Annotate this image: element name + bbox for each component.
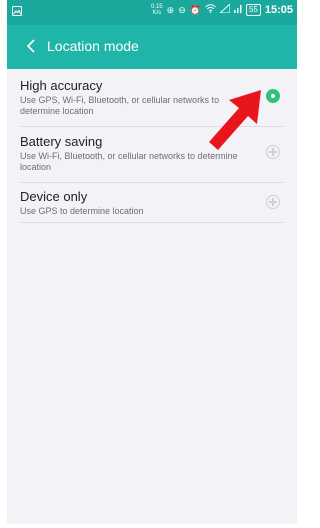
battery-level: 55 [248, 5, 258, 14]
app-bar: Location mode [7, 25, 297, 69]
option-title: High accuracy [20, 78, 103, 93]
signal-icon [233, 4, 242, 16]
network-speed: 0.15 K/s [151, 4, 163, 16]
network-speed-unit: K/s [152, 10, 162, 16]
do-not-disturb-icon: ⊖ [178, 5, 186, 15]
radio-unselected-icon[interactable] [266, 145, 280, 159]
wifi-icon [205, 4, 216, 16]
divider [20, 222, 284, 223]
image-icon [12, 6, 22, 19]
status-bar: 0.15 K/s ⊕ ⊖ ⏰ 55 15:05 [7, 0, 297, 25]
signal-icon [218, 2, 231, 16]
data-saver-icon: ⊕ [166, 5, 175, 15]
option-device-only[interactable]: Device only Use GPS to determine locatio… [7, 183, 297, 223]
annotation-arrow-icon [209, 90, 261, 150]
option-subtitle: Use GPS to determine location [20, 206, 144, 216]
back-chevron-icon[interactable] [21, 35, 41, 57]
clock: 15:05 [264, 4, 293, 16]
phone-screen: 0.15 K/s ⊕ ⊖ ⏰ 55 15:05 Location mode Hi… [7, 0, 297, 524]
option-title: Battery saving [20, 134, 103, 149]
battery-icon: 55 [245, 4, 261, 16]
radio-selected-icon[interactable] [266, 89, 280, 103]
alarm-icon: ⏰ [189, 5, 201, 15]
option-title: Device only [20, 189, 88, 204]
page-title: Location mode [47, 38, 139, 54]
radio-unselected-icon[interactable] [266, 195, 280, 209]
